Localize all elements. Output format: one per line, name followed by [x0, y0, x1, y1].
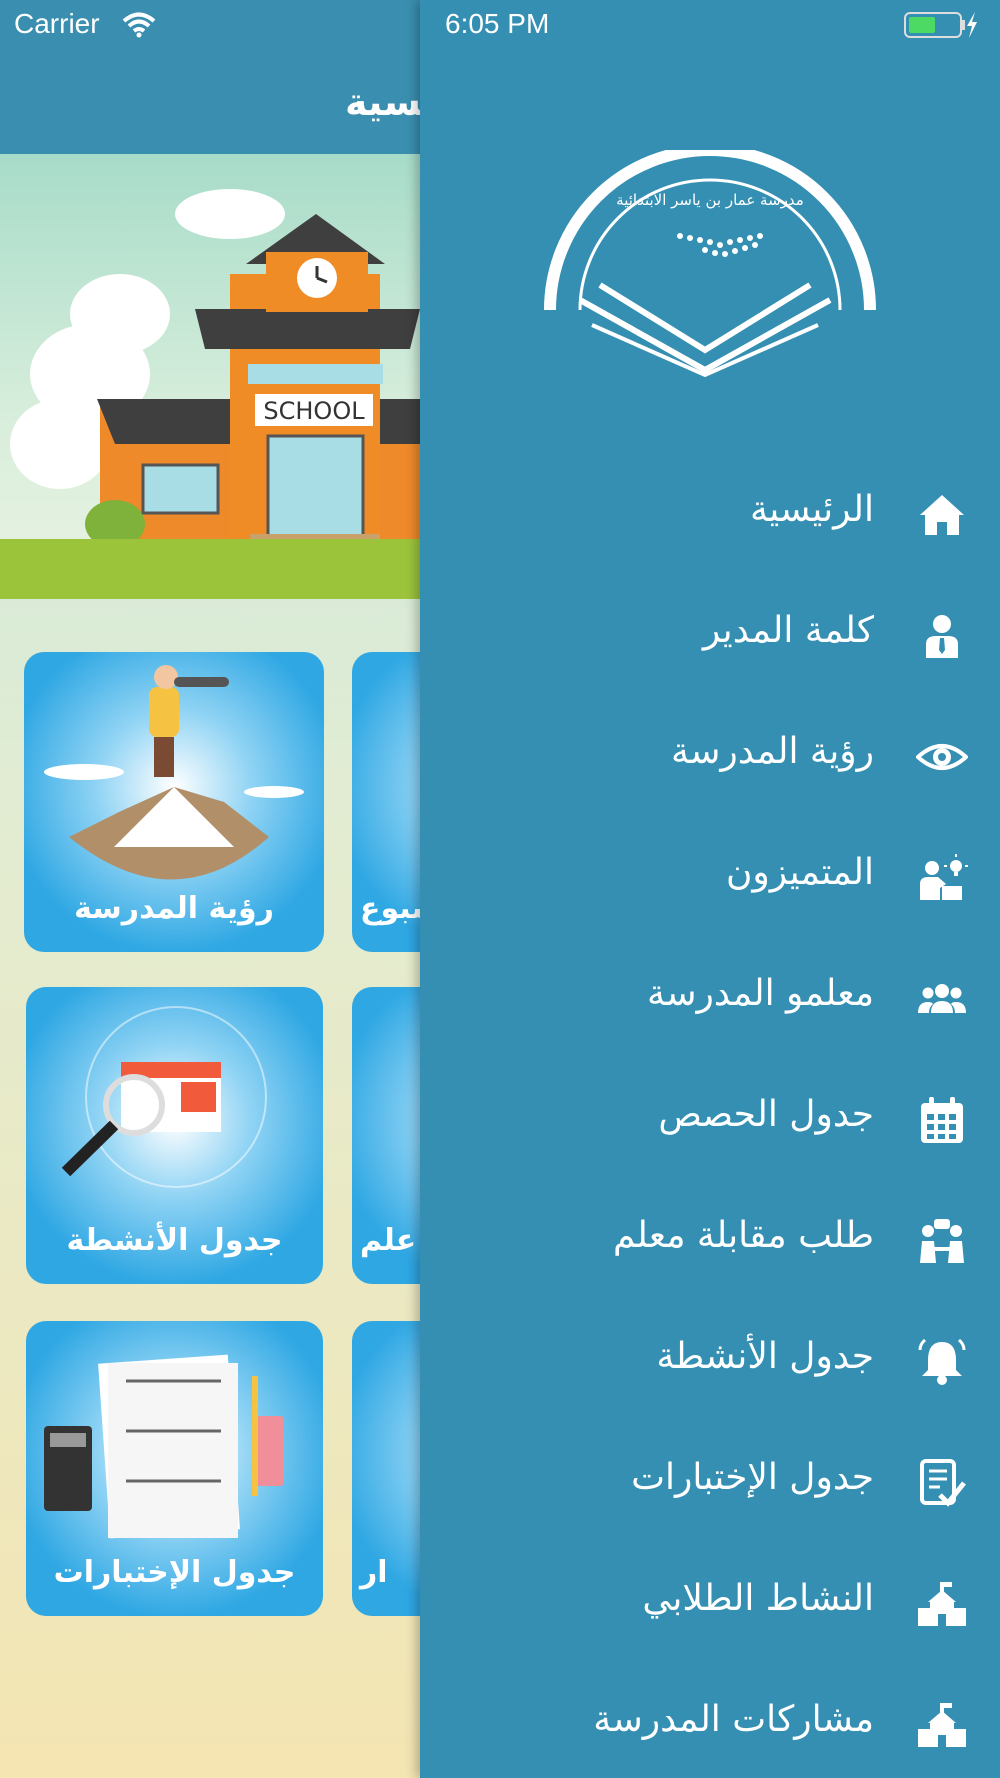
- menu-item-label: معلمو المدرسة: [647, 973, 874, 1014]
- menu-item-teacher-meeting[interactable]: طلب مقابلة معلم: [420, 1201, 1000, 1281]
- menu-item-label: جدول الإختبارات: [631, 1457, 874, 1498]
- tile-label: رؤية المدرسة: [74, 891, 274, 926]
- carrier-label: Carrier: [14, 8, 100, 39]
- menu-item-label: كلمة المدير: [702, 610, 874, 651]
- school-icon: [918, 1582, 966, 1626]
- menu-item-class-schedule[interactable]: جدول الحصص: [420, 1080, 1000, 1160]
- wifi-icon: [122, 12, 156, 38]
- tile-label: جدول الإختبارات: [53, 1555, 296, 1590]
- menu-item-label: النشاط الطلابي: [642, 1578, 874, 1619]
- menu-item-activities-schedule[interactable]: جدول الأنشطة: [420, 1322, 1000, 1402]
- menu-item-label: جدول الأنشطة: [656, 1336, 874, 1377]
- menu-item-teachers[interactable]: معلمو المدرسة: [420, 959, 1000, 1039]
- logo-text: مدرسة عمار بن ياسر الابتدائية: [616, 191, 804, 209]
- users-icon: [918, 984, 966, 1013]
- user-tie-icon: [926, 615, 958, 658]
- school-sign: SCHOOL: [263, 397, 365, 425]
- menu-item-school-participations[interactable]: مشاركات المدرسة: [420, 1685, 1000, 1765]
- eye-icon: [916, 744, 968, 770]
- checklist-icon: [920, 1459, 966, 1507]
- tile-school-vision[interactable]: رؤية المدرسة: [24, 652, 324, 952]
- menu-item-label: الرئيسية: [750, 489, 874, 530]
- meeting-icon: [920, 1219, 964, 1263]
- menu-item-label: رؤية المدرسة: [670, 731, 874, 772]
- menu-item-home[interactable]: الرئيسية: [420, 475, 1000, 555]
- tile-activities-schedule[interactable]: جدول الأنشطة: [26, 987, 323, 1284]
- menu-item-label: طلب مقابلة معلم: [612, 1215, 874, 1256]
- calendar-icon: [921, 1097, 963, 1143]
- tile-label: جدول الأنشطة: [66, 1223, 283, 1258]
- menu-item-exams-schedule[interactable]: جدول الإختبارات: [420, 1443, 1000, 1523]
- menu-item-distinguished[interactable]: المتميزون: [420, 838, 1000, 918]
- school-illustration: SCHOOL: [0, 154, 430, 599]
- school-building-icon: [918, 1703, 966, 1747]
- menu-item-label: جدول الحصص: [658, 1094, 874, 1135]
- menu-item-school-vision[interactable]: رؤية المدرسة: [420, 717, 1000, 797]
- battery-icon: [904, 12, 977, 38]
- school-logo: مدرسة عمار بن ياسر الابتدائية: [544, 150, 876, 378]
- bell-icon: [918, 1338, 966, 1385]
- side-drawer: 6:05 PM مدرسة عمار بن ياسر الابتدائية ال…: [420, 0, 1000, 1778]
- home-icon: [920, 495, 964, 535]
- menu-item-label: المتميزون: [725, 852, 874, 893]
- status-time: 6:05 PM: [445, 8, 550, 39]
- grass: [0, 539, 430, 599]
- tile-exams-schedule[interactable]: جدول الإختبارات: [26, 1321, 323, 1616]
- teacher-idea-icon: [920, 854, 968, 900]
- menu-item-student-activity[interactable]: النشاط الطلابي: [420, 1564, 1000, 1644]
- menu-item-label: مشاركات المدرسة: [593, 1699, 874, 1740]
- menu-item-principal-word[interactable]: كلمة المدير: [420, 596, 1000, 676]
